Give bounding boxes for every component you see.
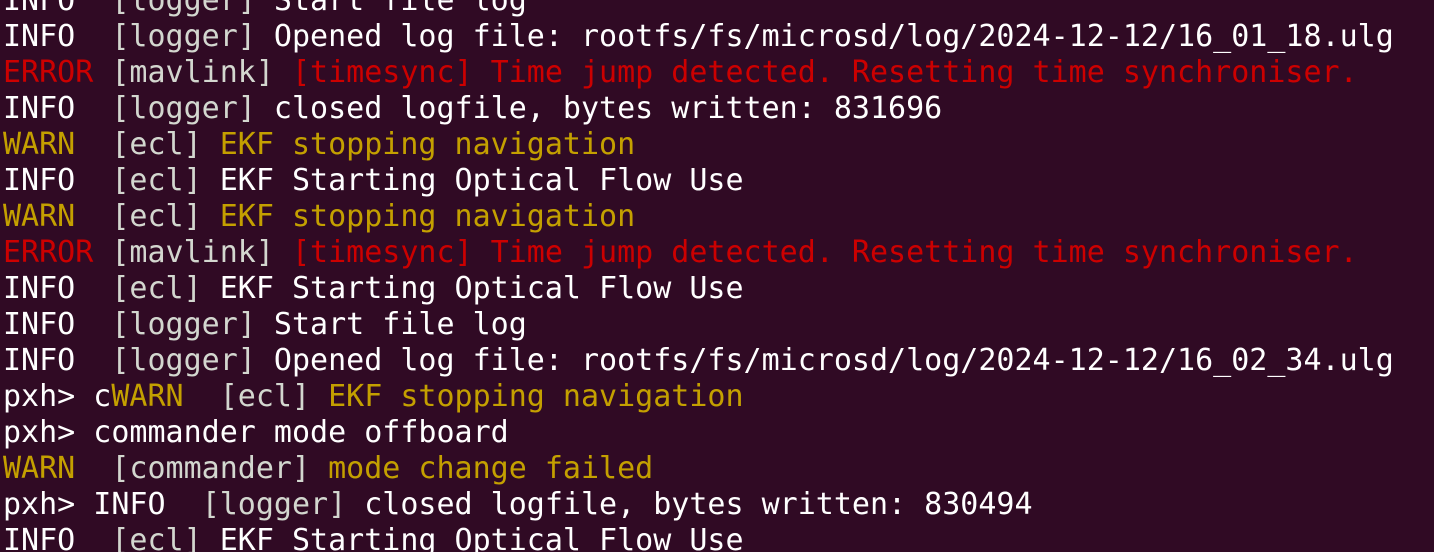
terminal-text-segment: EKF stopping navigation bbox=[310, 379, 744, 414]
terminal-text-segment: mode change failed bbox=[310, 451, 654, 486]
terminal-window[interactable]: INFO [logger] Start file log INFO [logger… bbox=[0, 0, 1434, 552]
terminal-line: WARN [ecl] EKF stopping navigation bbox=[3, 127, 1394, 163]
terminal-text-segment: EKF Starting Optical Flow Use bbox=[201, 523, 744, 552]
terminal-text-segment: [logger] bbox=[201, 487, 347, 522]
terminal-text-segment: [ecl] bbox=[111, 163, 202, 198]
terminal-text-segment: [mavlink] bbox=[93, 55, 274, 90]
terminal-text-segment: [ecl] bbox=[111, 199, 202, 234]
terminal-text-segment: INFO bbox=[3, 523, 112, 552]
terminal-text-segment: INFO bbox=[3, 91, 112, 126]
terminal-text-segment: WARN bbox=[3, 127, 112, 162]
terminal-text-segment: [timesync] Time jump detected. Resetting… bbox=[273, 235, 1358, 270]
terminal-line: INFO [ecl] EKF Starting Optical Flow Use bbox=[3, 271, 1394, 307]
terminal-text-segment: [ecl] bbox=[111, 127, 202, 162]
terminal-line: INFO [ecl] EKF Starting Optical Flow Use bbox=[3, 163, 1394, 199]
terminal-text-segment: WARN bbox=[3, 451, 112, 486]
terminal-text-segment: INFO bbox=[3, 343, 112, 378]
terminal-text-segment: Start file log bbox=[255, 307, 527, 342]
terminal-text-segment: EKF stopping navigation bbox=[201, 127, 636, 162]
terminal-text-segment: Start file log bbox=[255, 0, 527, 18]
terminal-text-segment: pxh> c bbox=[3, 379, 112, 414]
terminal-line: INFO [logger] Opened log file: rootfs/fs… bbox=[3, 343, 1394, 379]
terminal-line: INFO [logger] Opened log file: rootfs/fs… bbox=[3, 19, 1394, 55]
terminal-text-segment: EKF stopping navigation bbox=[201, 199, 636, 234]
terminal-text-segment: INFO bbox=[3, 0, 112, 18]
terminal-line: INFO [ecl] EKF Starting Optical Flow Use bbox=[3, 523, 1394, 552]
terminal-text-segment: EKF Starting Optical Flow Use bbox=[201, 271, 744, 306]
terminal-text-segment: [mavlink] bbox=[93, 235, 274, 270]
terminal-text-segment: [logger] bbox=[111, 19, 256, 54]
terminal-text-segment: INFO bbox=[3, 163, 112, 198]
terminal-text-segment: [ecl] bbox=[111, 523, 202, 552]
terminal-line: pxh> cWARN [ecl] EKF stopping navigation bbox=[3, 379, 1394, 415]
terminal-text-segment: WARN bbox=[3, 199, 112, 234]
terminal-text-segment: EKF Starting Optical Flow Use bbox=[201, 163, 744, 198]
terminal-text-segment: [ecl] bbox=[219, 379, 311, 414]
terminal-text-segment: [commander] bbox=[111, 451, 311, 486]
terminal-text-segment: Opened log file: rootfs/fs/microsd/log/2… bbox=[255, 19, 1394, 54]
terminal-text-segment: [logger] bbox=[111, 0, 256, 18]
terminal-line: WARN [ecl] EKF stopping navigation bbox=[3, 199, 1394, 235]
terminal-line: pxh> INFO [logger] closed logfile, bytes… bbox=[3, 487, 1394, 523]
terminal-text-segment: INFO bbox=[3, 19, 112, 54]
terminal-text-segment: Opened log file: rootfs/fs/microsd/log/2… bbox=[255, 343, 1394, 378]
terminal-text-segment: ERROR bbox=[3, 55, 94, 90]
terminal-line: ERROR [mavlink] [timesync] Time jump det… bbox=[3, 55, 1394, 91]
terminal-text-segment: pxh> INFO bbox=[3, 487, 202, 522]
terminal-text-segment: ERROR bbox=[3, 235, 94, 270]
terminal-line: INFO [logger] Start file log bbox=[3, 307, 1394, 343]
terminal-text-segment: INFO bbox=[3, 271, 112, 306]
terminal-text-segment: [logger] bbox=[111, 91, 256, 126]
terminal-line: WARN [commander] mode change failed bbox=[3, 451, 1394, 487]
terminal-text-segment: [timesync] Time jump detected. Resetting… bbox=[273, 55, 1358, 90]
terminal-line: INFO [logger] Start file log bbox=[3, 0, 1394, 19]
terminal-text-segment: closed logfile, bytes written: 831696 bbox=[255, 91, 943, 126]
terminal-text-segment: INFO bbox=[3, 307, 112, 342]
terminal-text-segment: [logger] bbox=[111, 307, 256, 342]
terminal-text-segment: [logger] bbox=[111, 343, 256, 378]
terminal-text-segment: [ecl] bbox=[111, 271, 202, 306]
terminal-line: INFO [logger] closed logfile, bytes writ… bbox=[3, 91, 1394, 127]
terminal-text-segment: pxh> commander mode offboard bbox=[3, 415, 509, 450]
terminal-line: ERROR [mavlink] [timesync] Time jump det… bbox=[3, 235, 1394, 271]
terminal-text-segment: WARN bbox=[111, 379, 220, 414]
terminal-line: pxh> commander mode offboard bbox=[3, 415, 1394, 451]
terminal-output[interactable]: INFO [logger] Start file log INFO [logger… bbox=[3, 0, 1394, 552]
terminal-text-segment: closed logfile, bytes written: 830494 bbox=[346, 487, 1033, 522]
